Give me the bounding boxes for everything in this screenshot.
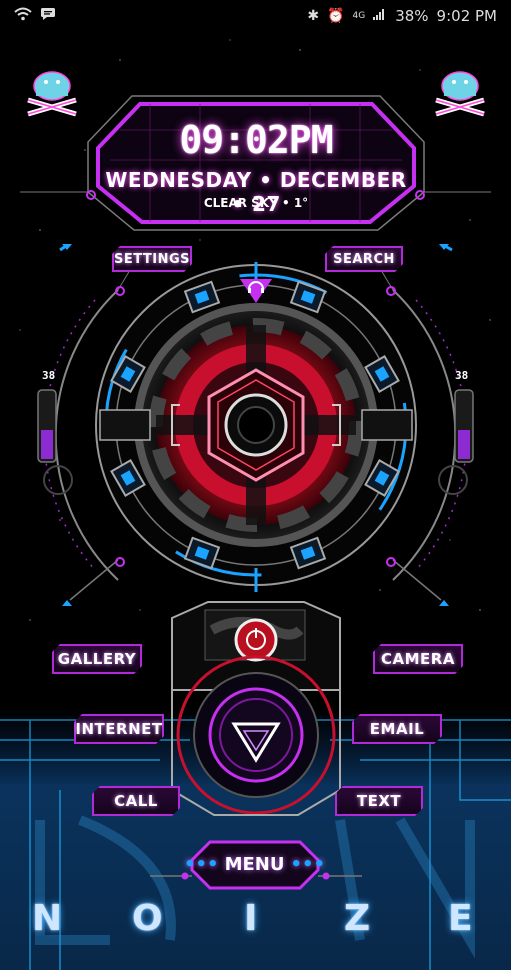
main-dial: [95, 262, 417, 592]
brand-letter-i: I: [244, 898, 258, 939]
gallery-button[interactable]: GALLERY: [52, 644, 142, 674]
brand-letter-n: N: [32, 898, 63, 939]
right-gauge-value: 38: [455, 369, 469, 382]
menu-dots-left-icon: •••: [184, 853, 219, 875]
camera-button[interactable]: CAMERA: [373, 644, 463, 674]
clock-time: 09:02PM: [179, 118, 333, 162]
menu-button[interactable]: ••• MENU •••: [184, 840, 325, 888]
menu-dots-right-icon: •••: [290, 853, 325, 875]
android-logo-right-icon: [435, 71, 485, 117]
brand-letter-e: E: [448, 898, 473, 939]
weather-text: CLEAR SKY • 1°: [203, 196, 309, 210]
brand-wordmark: N O I Z E: [0, 898, 511, 942]
left-gauge-value: 38: [42, 369, 56, 382]
android-logo-left-icon: [27, 71, 77, 117]
text-button[interactable]: TEXT: [335, 786, 423, 816]
left-gauge: [37, 389, 57, 463]
call-button[interactable]: CALL: [92, 786, 180, 816]
right-gauge: [454, 389, 474, 463]
search-button[interactable]: SEARCH: [325, 246, 403, 272]
email-button[interactable]: EMAIL: [352, 714, 442, 744]
lower-capsule: [171, 601, 341, 816]
settings-button[interactable]: SETTINGS: [112, 246, 192, 272]
clock-widget: 09:02PM WEDNESDAY • DECEMBER • 27 CLEAR …: [98, 102, 414, 222]
internet-button[interactable]: INTERNET: [74, 714, 164, 744]
brand-letter-o: O: [132, 898, 163, 939]
brand-letter-z: Z: [344, 898, 371, 939]
menu-label: MENU: [224, 853, 285, 875]
